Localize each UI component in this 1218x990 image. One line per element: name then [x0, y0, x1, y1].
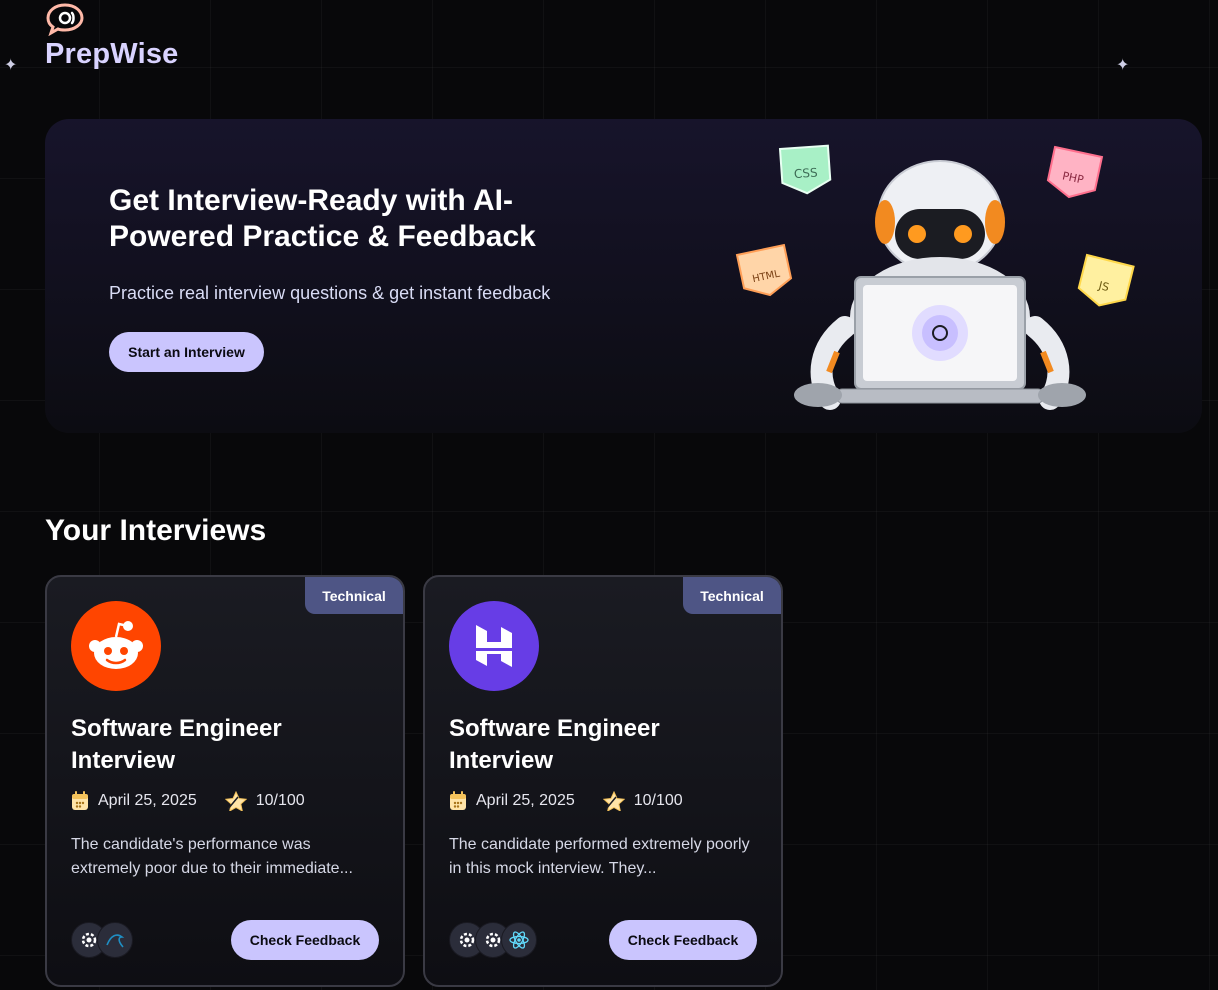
php-tag: PHP — [1046, 145, 1104, 199]
mysql-icon — [97, 922, 133, 958]
interview-date: April 25, 2025 — [476, 792, 575, 809]
interview-score: 10/100 — [633, 792, 683, 809]
check-feedback-button[interactable]: Check Feedback — [231, 920, 379, 960]
sparkle-icon: ✦ — [4, 57, 18, 74]
interview-score: 10/100 — [255, 792, 305, 809]
reddit-icon — [71, 601, 161, 691]
hero-banner: Get Interview-Ready with AI-Powered Prac… — [45, 119, 1202, 433]
calendar-icon — [450, 791, 466, 810]
interview-card: Technical Software Engineer Interview Ap… — [45, 575, 405, 987]
tech-stack — [449, 922, 537, 958]
feedback-summary: The candidate's performance was extremel… — [71, 836, 353, 877]
start-interview-button[interactable]: Start an Interview — [109, 332, 264, 372]
brand-name: PrepWise — [45, 38, 179, 70]
react-icon — [501, 922, 537, 958]
sparkle-icon: ✦ — [1116, 57, 1130, 74]
section-title: Your Interviews — [45, 514, 267, 547]
hero-title: Get Interview-Ready with AI-Powered Prac… — [109, 184, 536, 253]
hostinger-icon — [449, 601, 539, 691]
calendar-icon — [72, 791, 88, 810]
star-icon — [224, 791, 247, 811]
interview-type-badge: Technical — [305, 577, 403, 614]
css-tag: CSS — [778, 144, 832, 195]
card-title: Software Engineer Interview — [71, 715, 282, 774]
chat-bubble-icon — [46, 3, 84, 36]
tech-stack — [71, 922, 133, 958]
interview-card: Technical Software Engineer Interview Ap… — [423, 575, 783, 987]
check-feedback-button[interactable]: Check Feedback — [609, 920, 757, 960]
card-title: Software Engineer Interview — [449, 715, 660, 774]
brand[interactable]: PrepWise — [45, 2, 179, 71]
svg-text:CSS: CSS — [793, 165, 818, 181]
robot-illustration: CSS PHP HTML JS — [735, 144, 1135, 410]
hero-subtitle: Practice real interview questions & get … — [109, 283, 551, 303]
interview-date: April 25, 2025 — [98, 792, 197, 809]
html-tag: HTML — [735, 243, 793, 297]
star-icon — [602, 791, 625, 811]
feedback-summary: The candidate performed extremely poorly… — [449, 836, 750, 877]
interview-type-badge: Technical — [683, 577, 781, 614]
js-tag: JS — [1077, 253, 1135, 307]
